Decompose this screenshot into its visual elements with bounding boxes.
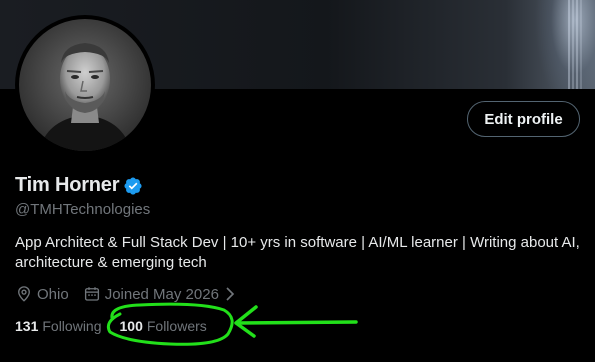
avatar-photo [19,19,151,151]
annotation-arrow-shaft [236,320,358,325]
display-name: Tim Horner [15,174,120,196]
calendar-icon [84,287,99,301]
following-count: 131 [15,318,39,334]
name-row: Tim Horner [15,174,143,197]
following-label: Following [42,318,102,334]
following-link[interactable]: 131 Following [15,318,102,334]
followers-label: Followers [146,318,207,334]
location: Ohio [15,285,69,303]
join-date[interactable]: Joined May 2026 [83,285,243,303]
banner-light-streaks [568,0,582,89]
location-text: Ohio [37,285,69,303]
user-handle: @TMHTechnologies [15,201,151,218]
edit-profile-button[interactable]: Edit profile [467,101,580,137]
followers-count: 100 [119,318,143,334]
verified-badge-icon[interactable] [123,176,143,196]
chevron-right-icon [226,287,235,301]
avatar[interactable] [15,15,155,155]
follow-stats: 131 Following 100 Followers [15,318,227,334]
join-date-text: Joined May 2026 [104,285,219,303]
annotation-arrow-head [234,305,258,338]
location-pin-icon [18,286,30,302]
profile-meta: Ohio Joined May 2026 [15,285,257,303]
profile-bio: App Architect & Full Stack Dev | 10+ yrs… [15,234,580,271]
followers-link[interactable]: 100 Followers [120,318,207,334]
